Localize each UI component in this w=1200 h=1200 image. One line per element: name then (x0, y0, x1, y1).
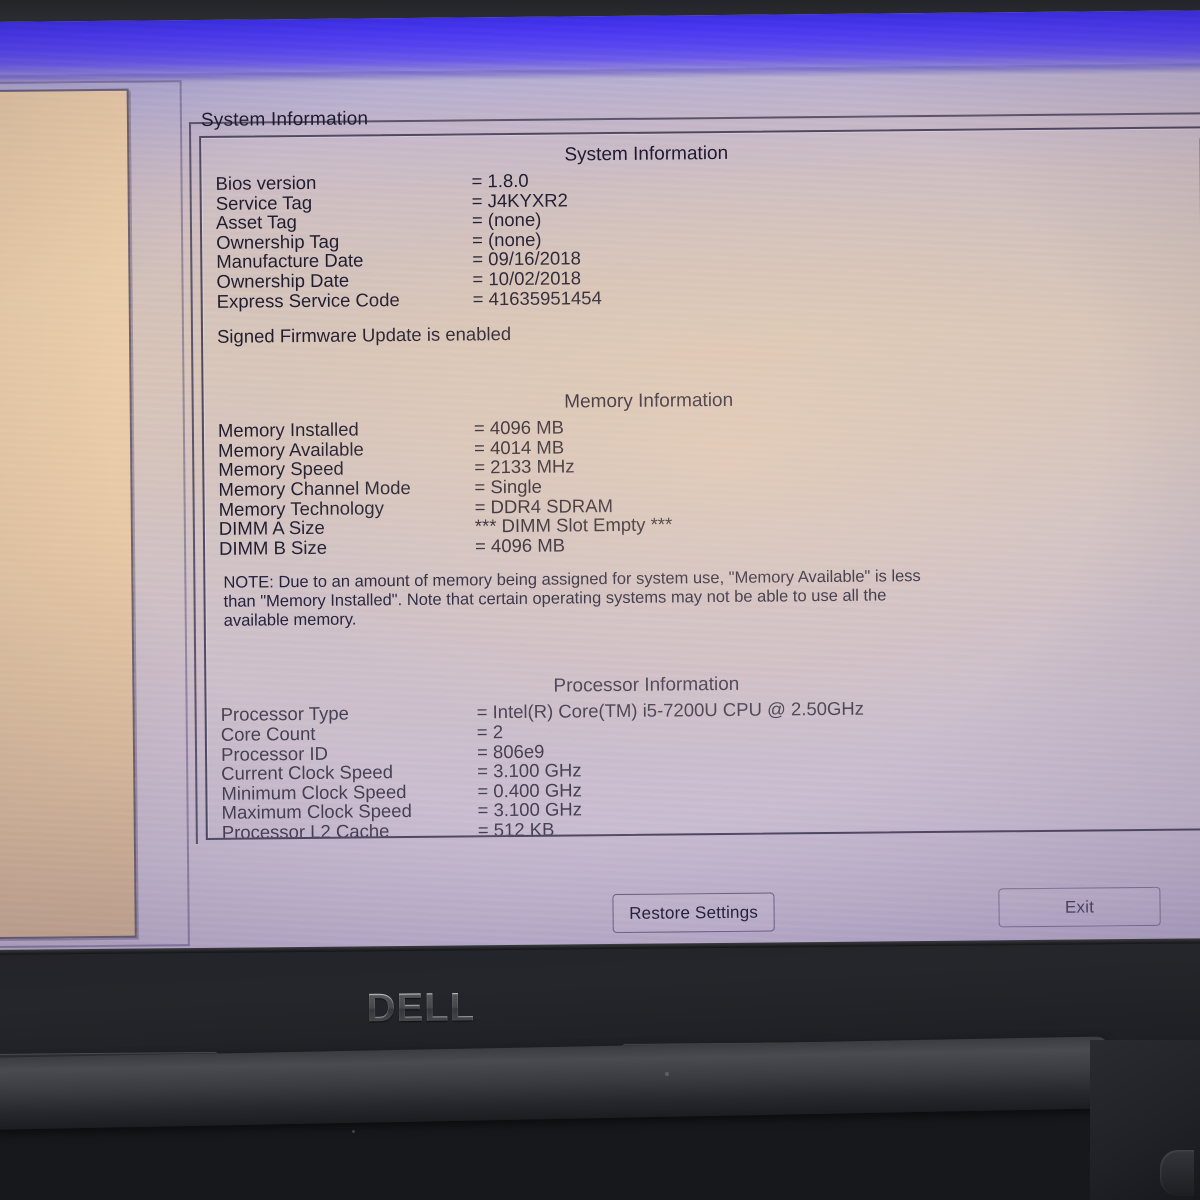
groupbox-left-rule (188, 122, 198, 845)
row-label: Core Count (220, 722, 316, 745)
row-label: Current Clock Speed (221, 761, 394, 784)
row-label: Memory Available (218, 438, 364, 461)
row-label: Ownership Tag (216, 230, 340, 253)
processor-rows: Processor Type = Intel(R) Core(TM) i5-72… (207, 695, 1200, 840)
row-label: Memory Speed (218, 457, 344, 481)
row-label: Service Tag (215, 191, 313, 214)
row-label: Processor Type (220, 702, 349, 726)
dust-speck (665, 1072, 669, 1076)
photo-of-laptop: System Information System Information Bi… (0, 0, 1200, 1200)
laptop-screen: System Information System Information Bi… (0, 10, 1200, 957)
row-label: DIMM A Size (218, 516, 325, 539)
dell-logo: DELL (366, 985, 476, 1031)
groupbox-title: System Information (200, 108, 369, 131)
memory-rows: Memory Installed = 4096 MB Memory Availa… (204, 411, 1200, 559)
restore-settings-button[interactable]: Restore Settings (612, 892, 775, 934)
row-label: Ownership Date (216, 269, 350, 292)
laptop-port-notch (1160, 1150, 1194, 1196)
information-document: System Information Bios version = 1.8.0 … (201, 128, 1200, 840)
system-rows: Bios version = 1.8.0 Service Tag = J4KYX… (201, 164, 1200, 312)
row-label: Processor L2 Cache (221, 820, 390, 840)
row-label: Asset Tag (215, 211, 297, 234)
row-label: Memory Channel Mode (218, 476, 411, 500)
system-information-content: System Information Bios version = 1.8.0 … (199, 126, 1200, 840)
row-label: Minimum Clock Speed (221, 780, 407, 804)
row-label: DIMM B Size (218, 536, 328, 559)
processor-section: Processor Information Processor Type = I… (206, 669, 1200, 840)
bios-menu-tree-pane[interactable] (0, 88, 137, 940)
row-label: Express Service Code (216, 288, 400, 312)
row-label: Manufacture Date (216, 249, 364, 273)
row-label: Memory Technology (218, 496, 384, 520)
dust-speck (352, 1130, 355, 1133)
row-label: Bios version (215, 171, 317, 194)
row-label: Maximum Clock Speed (221, 800, 412, 824)
exit-button[interactable]: Exit (998, 886, 1161, 928)
bios-header-band (0, 10, 1200, 76)
row-label: Processor ID (220, 742, 329, 765)
row-label: Memory Installed (217, 418, 359, 441)
memory-note: NOTE: Due to an amount of memory being a… (205, 564, 1200, 631)
